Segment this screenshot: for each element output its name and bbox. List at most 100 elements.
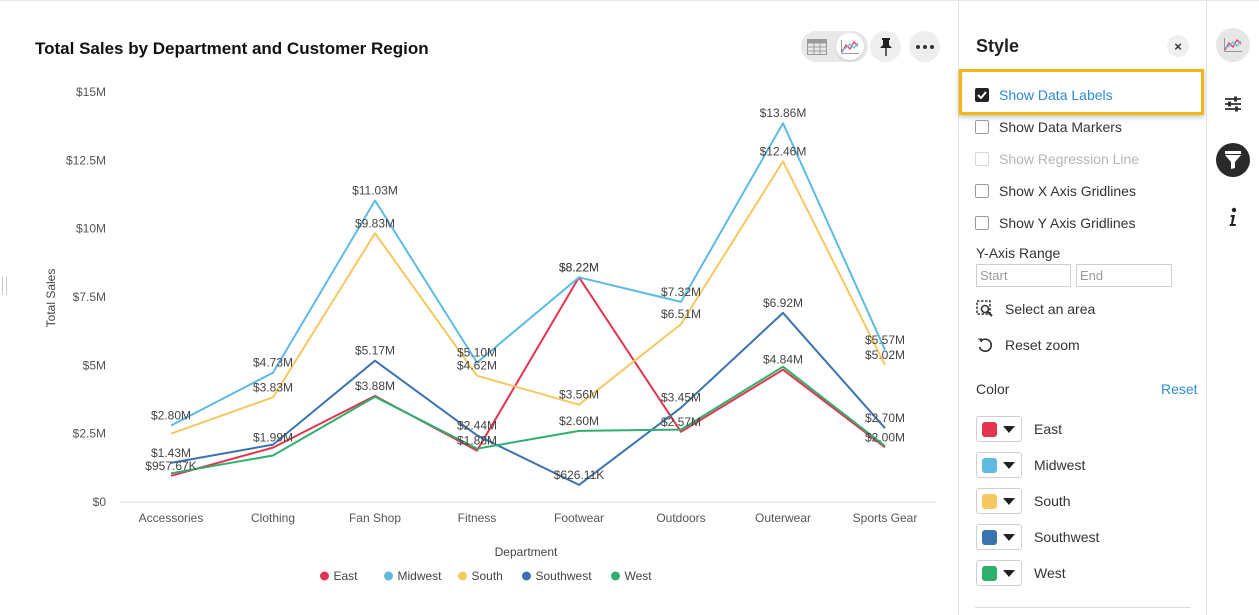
close-button[interactable]: × [1167, 35, 1189, 57]
settings-button[interactable] [1216, 87, 1250, 121]
settings-sliders-icon [1225, 96, 1241, 112]
data-label: $2.57M [661, 415, 701, 429]
option-label: Show X Axis Gridlines [999, 183, 1136, 199]
x-tick-label: Outerwear [755, 511, 811, 525]
checkbox[interactable] [975, 120, 989, 134]
color-reset-link[interactable]: Reset [1161, 381, 1198, 397]
checkbox[interactable] [975, 216, 989, 230]
info-icon [1229, 207, 1237, 226]
select-area-icon [976, 300, 994, 318]
legend-marker [611, 571, 620, 581]
x-tick-label: Footwear [554, 511, 604, 525]
data-label: $3.83M [253, 380, 293, 394]
x-tick-label: Sports Gear [853, 511, 918, 525]
data-label: $1.99M [253, 431, 293, 445]
line-chart: $0 $2.5M $5M $7.5M $10M $12.5M $15M Accessories… [44, 85, 936, 583]
legend-item: South [472, 569, 503, 583]
color-section-label: Color [976, 381, 1010, 397]
color-picker-button[interactable] [976, 560, 1022, 586]
filter-icon [1225, 151, 1241, 169]
option-label: Show Regression Line [999, 151, 1140, 167]
data-label: $12.46M [760, 144, 807, 158]
chart-type-button[interactable] [1216, 28, 1250, 62]
caret-down-icon [1003, 425, 1015, 433]
data-label: $3.56M [559, 388, 599, 402]
color-picker-button[interactable] [976, 488, 1022, 514]
option-show-y-axis-gridlines[interactable]: Show Y Axis Gridlines [975, 213, 1135, 233]
color-series-label: South [1034, 493, 1071, 509]
select-area-button[interactable]: Select an area [976, 298, 1095, 320]
x-axis-label: Department [495, 545, 558, 559]
color-swatch [982, 529, 997, 545]
checkbox[interactable] [975, 184, 989, 198]
checkbox [975, 152, 989, 166]
y-axis-range-label: Y-Axis Range [976, 245, 1061, 261]
color-row-midwest: Midwest [976, 452, 1085, 478]
data-label: $2.80M [151, 408, 191, 422]
color-swatch [982, 565, 997, 581]
y-tick-label: $7.5M [73, 290, 106, 304]
reset-zoom-button[interactable]: Reset zoom [976, 334, 1080, 356]
legend-marker [522, 571, 531, 581]
option-show-x-axis-gridlines[interactable]: Show X Axis Gridlines [975, 181, 1136, 201]
option-show-data-markers[interactable]: Show Data Markers [975, 117, 1122, 137]
option-label: Show Data Markers [999, 119, 1122, 135]
data-label: $9.83M [355, 216, 395, 230]
color-series-label: East [1034, 421, 1063, 437]
data-label: $3.88M [355, 379, 395, 393]
filter-button[interactable] [1216, 143, 1250, 177]
color-swatch [982, 493, 997, 509]
option-show-regression-line: Show Regression Line [975, 149, 1139, 169]
option-label: Show Data Labels [999, 87, 1113, 103]
info-button[interactable] [1216, 200, 1250, 234]
y-axis-start-input[interactable] [976, 264, 1071, 287]
legend-item: Midwest [398, 569, 443, 583]
data-label: $7.32M [661, 285, 701, 299]
option-label: Show Y Axis Gridlines [999, 215, 1136, 231]
caret-down-icon [1003, 533, 1015, 541]
x-tick-label: Fan Shop [349, 511, 401, 525]
y-tick-label: $0 [93, 495, 107, 509]
x-tick-label: Accessories [139, 511, 204, 525]
legend-marker [320, 571, 329, 581]
color-picker-button[interactable] [976, 524, 1022, 550]
legend-item: East [334, 569, 359, 583]
y-tick-label: $2.5M [73, 427, 106, 441]
data-label: $2.00M [865, 430, 905, 444]
select-area-label: Select an area [1005, 301, 1096, 317]
style-panel: Style × Show Data Labels Show Data Marker… [958, 1, 1206, 615]
caret-down-icon [1003, 569, 1015, 577]
chart-type-icon [1224, 38, 1242, 52]
data-label: $626.11K [554, 468, 605, 482]
legend-item: West [625, 569, 653, 583]
series-line-southwest [170, 311, 886, 486]
data-label: $3.45M [661, 391, 701, 405]
data-label: $957.67K [145, 459, 196, 473]
y-tick-label: $10M [76, 222, 106, 236]
color-picker-button[interactable] [976, 452, 1022, 478]
data-label: $5.10M [457, 346, 497, 360]
color-swatch [982, 421, 997, 437]
data-label: $11.03M [352, 184, 398, 198]
x-tick-label: Fitness [458, 511, 497, 525]
data-label: $2.70M [865, 411, 905, 425]
color-picker-button[interactable] [976, 416, 1022, 442]
x-tick-label: Clothing [251, 511, 295, 525]
y-tick-label: $5M [83, 358, 106, 372]
color-row-west: West [976, 560, 1066, 586]
y-axis-end-input[interactable] [1076, 264, 1172, 287]
chart-panel: Total Sales by Department and Customer R… [0, 1, 958, 615]
page: Total Sales by Department and Customer R… [0, 0, 1259, 615]
legend-marker [458, 571, 467, 581]
data-label: $5.17M [355, 344, 395, 358]
color-row-southwest: Southwest [976, 524, 1099, 550]
data-label: $13.86M [760, 106, 807, 120]
reset-zoom-label: Reset zoom [1005, 337, 1080, 353]
data-label: $6.92M [763, 296, 803, 310]
data-label: $2.44M [457, 418, 497, 432]
divider [975, 607, 1191, 608]
checkbox-checked[interactable] [975, 88, 989, 102]
option-show-data-labels[interactable]: Show Data Labels [975, 85, 1113, 105]
legend-item: Southwest [536, 569, 593, 583]
color-row-south: South [976, 488, 1071, 514]
